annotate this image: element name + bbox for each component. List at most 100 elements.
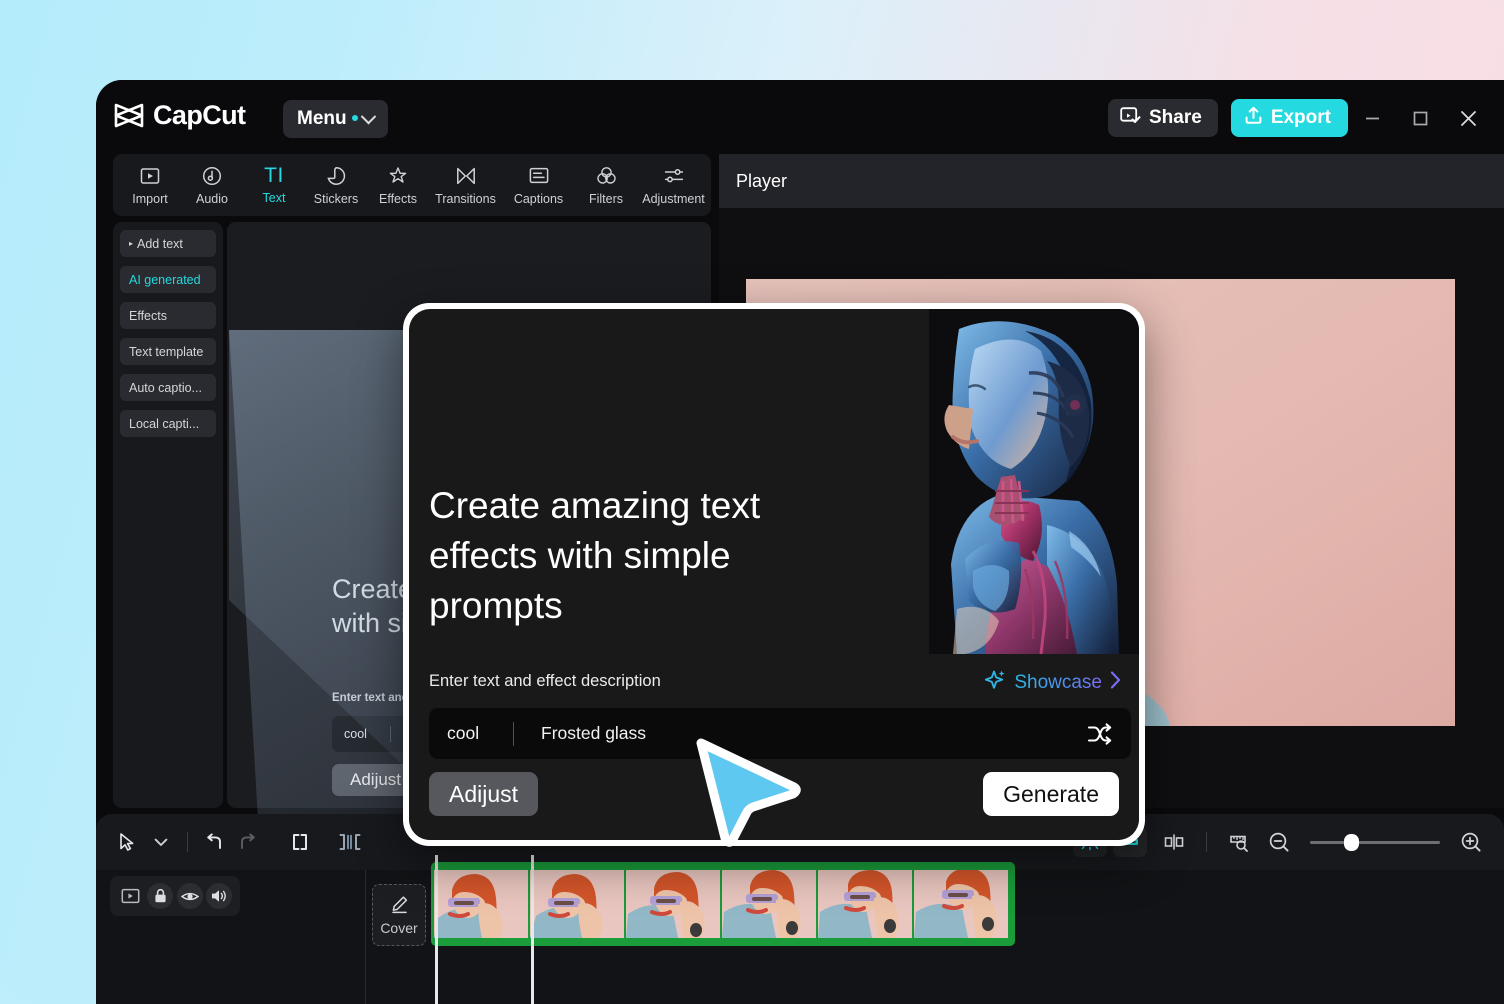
share-icon (1120, 106, 1141, 130)
menu-button[interactable]: Menu (283, 100, 388, 138)
tab-adjustment[interactable]: Adjustment (637, 157, 710, 213)
filters-icon (596, 165, 617, 187)
tab-import[interactable]: Import (119, 157, 181, 213)
clip-thumbnail (530, 870, 624, 938)
tab-label: Audio (196, 191, 228, 206)
select-arrow-icon[interactable] (110, 825, 144, 859)
zoom-slider[interactable] (1310, 833, 1440, 851)
caret-right-icon: ▸ (129, 239, 134, 248)
player-title: Player (736, 170, 788, 191)
tab-label: Adjustment (642, 191, 705, 206)
tab-label: Stickers (313, 191, 359, 206)
shuffle-icon[interactable] (1087, 722, 1113, 751)
tab-label: Text (262, 190, 286, 205)
clip-thumbnail (722, 870, 816, 938)
ai-robot-woman-image (929, 309, 1139, 654)
tab-label: Captions (513, 191, 564, 206)
crop-split-icon[interactable] (333, 825, 367, 859)
generate-button[interactable]: Generate (983, 772, 1119, 816)
window-maximize-button[interactable] (1396, 96, 1444, 140)
sidebar-item-auto-captions[interactable]: Auto captio... (120, 374, 216, 401)
player-header: Player (719, 154, 1504, 208)
modal-headline: Create amazing text effects with simple … (429, 485, 761, 626)
lock-icon[interactable] (147, 883, 174, 909)
tab-label: Effects (379, 191, 417, 206)
tab-transitions[interactable]: Transitions (429, 157, 502, 213)
divider (365, 870, 366, 1004)
window-close-button[interactable] (1444, 96, 1492, 140)
timeline-video-clip[interactable] (431, 862, 1015, 946)
tab-label: Filters (588, 191, 624, 206)
eye-icon[interactable] (176, 883, 203, 909)
showcase-button[interactable]: Showcase (983, 668, 1122, 697)
chevron-down-icon (360, 108, 376, 124)
sparkle-icon (983, 668, 1007, 697)
clip-thumbnail (626, 870, 720, 938)
divider (187, 832, 188, 852)
modal-hero: Create amazing text effects with simple … (409, 309, 1139, 654)
prompt-text-value: cool (447, 723, 480, 743)
tab-captions[interactable]: Captions (502, 157, 575, 213)
redo-icon[interactable] (231, 825, 265, 859)
tab-text[interactable]: TI Text (243, 157, 305, 213)
adjust-button[interactable]: Adijust (429, 772, 539, 816)
tab-stickers[interactable]: Stickers (305, 157, 367, 213)
text-icon: TI (264, 163, 284, 187)
share-label: Share (1149, 107, 1202, 128)
adjustment-icon (663, 165, 685, 187)
sidebar-item-add-text[interactable]: ▸ Add text (120, 230, 216, 257)
sidebar-item-label: Effects (129, 308, 167, 323)
tab-label: Transitions (435, 191, 496, 206)
chevron-right-icon (1109, 670, 1122, 695)
volume-icon[interactable] (206, 883, 233, 909)
chevron-down-icon[interactable] (144, 825, 178, 859)
tab-audio[interactable]: Audio (181, 157, 243, 213)
zoom-slider-knob[interactable] (1344, 833, 1359, 851)
cover-button[interactable]: Cover (372, 884, 426, 946)
sidebar-item-ai-generated[interactable]: AI generated (120, 266, 216, 293)
app-brand: CapCut (114, 100, 246, 131)
sidebar-item-label: Add text (137, 236, 183, 251)
clip-thumbnail (914, 870, 1008, 938)
measure-icon[interactable] (1222, 825, 1256, 859)
sidebar-item-label: AI generated (129, 272, 201, 287)
text-sidebar: ▸ Add text AI generated Effects Text tem… (113, 222, 223, 808)
sidebar-item-local-captions[interactable]: Local capti... (120, 410, 216, 437)
clip-thumbnail (434, 870, 528, 938)
audio-icon (202, 165, 222, 187)
share-button[interactable]: Share (1108, 99, 1218, 137)
showcase-label: Showcase (1014, 671, 1102, 693)
tab-filters[interactable]: Filters (575, 157, 637, 213)
delete-split-icon[interactable] (1157, 825, 1191, 859)
menu-label: Menu (297, 108, 347, 129)
import-icon (140, 165, 160, 187)
captions-icon (529, 165, 549, 187)
app-name: CapCut (153, 100, 246, 130)
prompt-effect-value: Frosted glass (541, 723, 647, 743)
timeline-playhead[interactable] (531, 855, 534, 1004)
transitions-icon (456, 165, 476, 187)
modal-prompt-label: Enter text and effect description (429, 672, 661, 690)
prompt-input-row[interactable]: cool Frosted glass (429, 708, 1131, 759)
undo-icon[interactable] (197, 825, 231, 859)
cover-label: Cover (380, 919, 418, 936)
export-icon (1244, 106, 1263, 131)
ai-text-effect-modal: Create amazing text effects with simple … (403, 303, 1145, 846)
modal-body: Enter text and effect description Showca… (409, 654, 1139, 840)
sidebar-item-label: Auto captio... (129, 380, 202, 395)
zoom-in-icon[interactable] (1454, 825, 1488, 859)
tab-label: Import (132, 191, 168, 206)
sidebar-item-label: Local capti... (129, 416, 200, 431)
tab-effects[interactable]: Effects (367, 157, 429, 213)
window-minimize-button[interactable] (1348, 96, 1396, 140)
export-button[interactable]: Export (1230, 99, 1348, 137)
split-icon[interactable] (283, 825, 317, 859)
zoom-out-icon[interactable] (1262, 825, 1296, 859)
title-bar: CapCut Menu Share Export (96, 80, 1504, 152)
sidebar-item-effects[interactable]: Effects (120, 302, 216, 329)
main-track-icon[interactable] (118, 883, 144, 909)
export-label: Export (1270, 107, 1331, 128)
menu-notification-dot (351, 115, 358, 121)
sidebar-item-text-template[interactable]: Text template (120, 338, 216, 365)
sidebar-item-label: Text template (129, 344, 204, 359)
